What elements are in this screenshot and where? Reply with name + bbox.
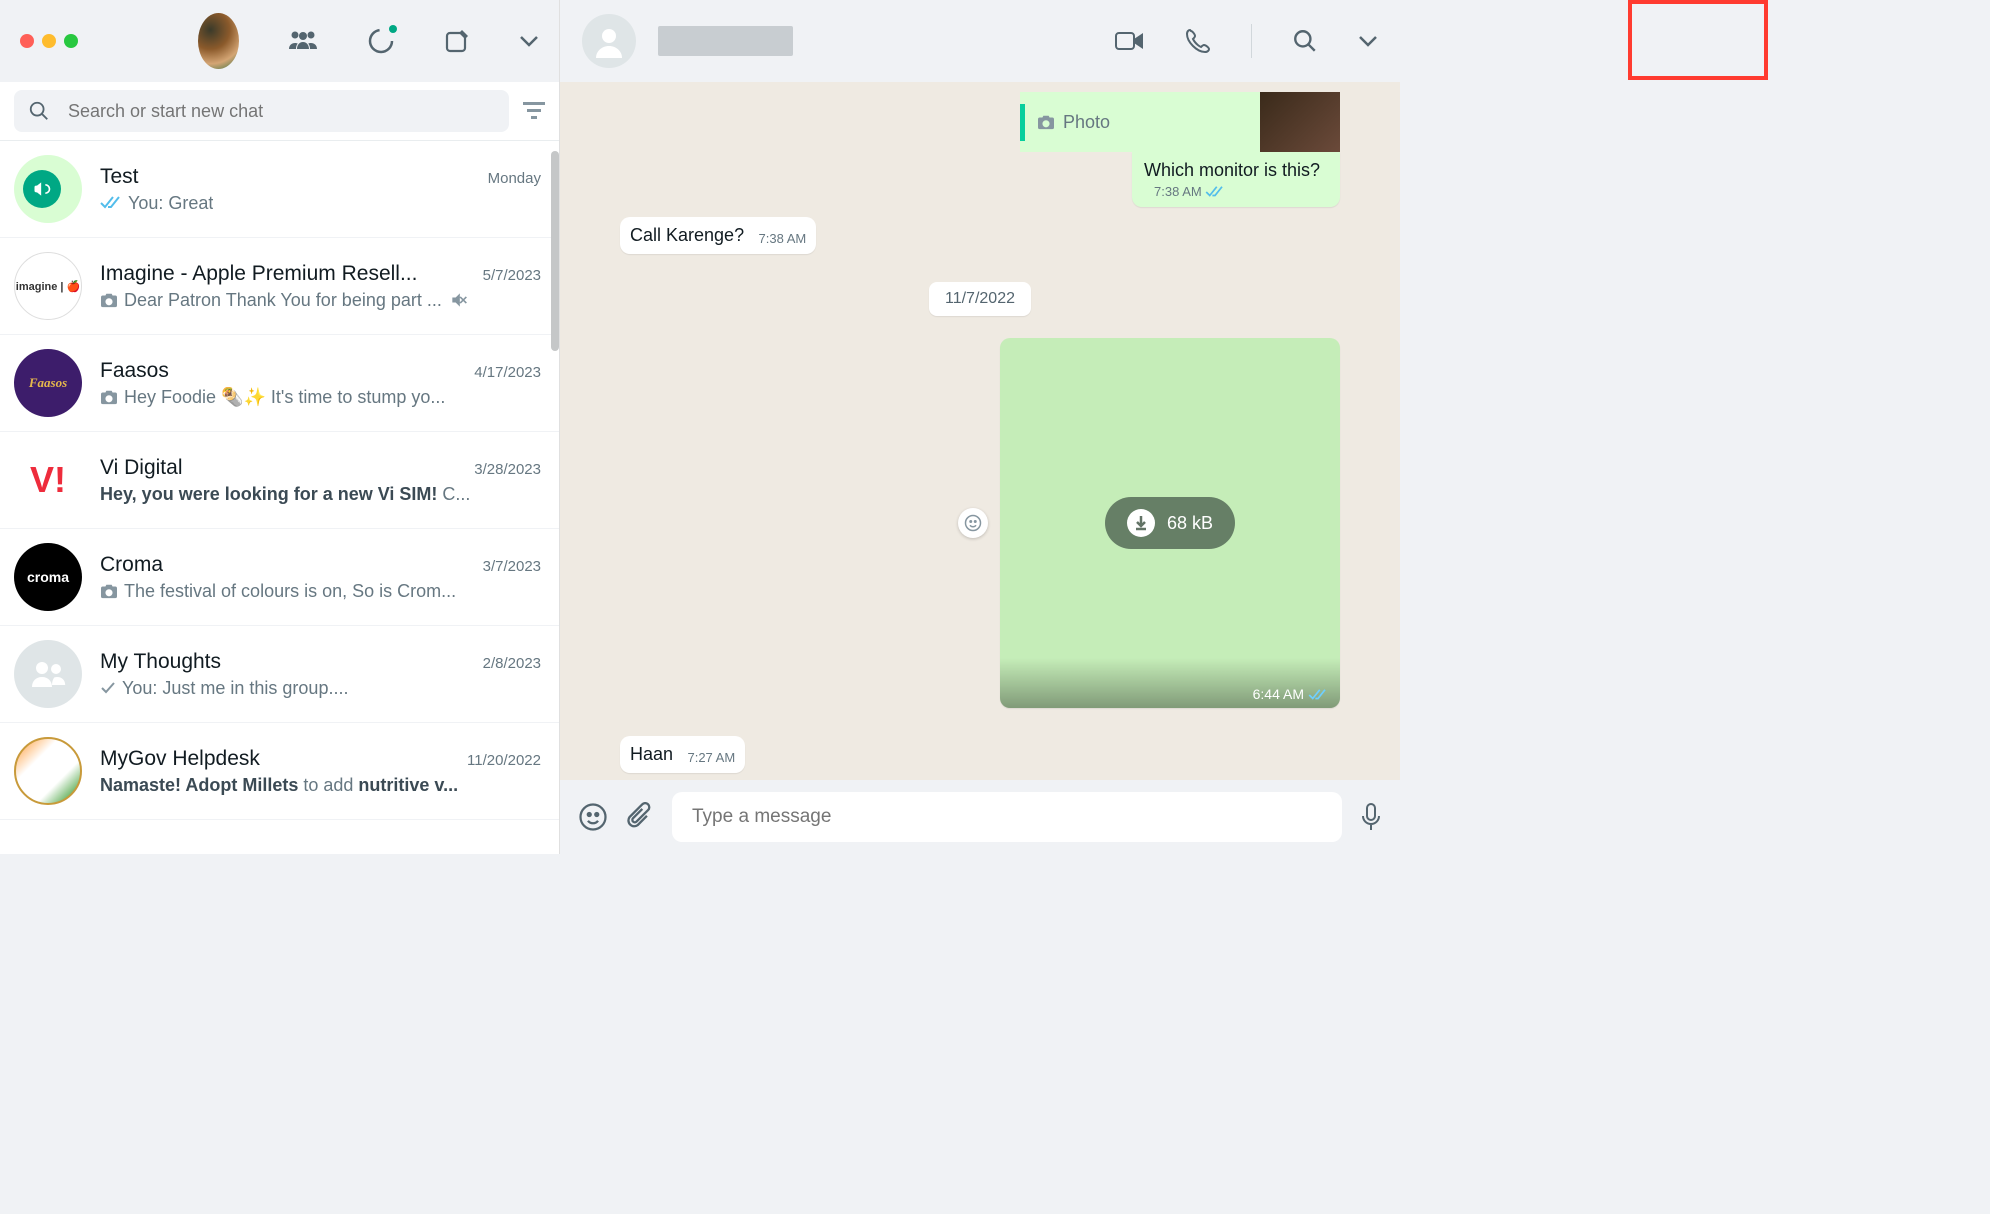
avatar [14,155,82,223]
message-input[interactable] [672,792,1342,842]
avatar: Faasos [14,349,82,417]
message-time: 6:44 AM [1253,686,1304,702]
chat-time: 4/17/2023 [474,364,541,381]
attach-icon[interactable] [626,802,654,832]
file-size: 68 kB [1167,513,1213,534]
menu-chevron-icon[interactable] [519,35,539,47]
new-chat-icon[interactable] [443,27,471,55]
chat-preview: Hey Foodie 🌯✨ It's time to stump yo... [124,387,445,408]
avatar [14,640,82,708]
search-input-wrap[interactable] [14,90,509,132]
camera-icon [1037,114,1055,130]
incoming-message[interactable]: Haan 7:27 AM [620,736,745,773]
minimize-window-button[interactable] [42,34,56,48]
chat-item-faasos[interactable]: Faasos Faasos 4/17/2023 Hey Foodie 🌯✨ It… [0,335,559,432]
message-time: 7:27 AM [687,750,735,765]
chat-name: Imagine - Apple Premium Resell... [100,262,417,286]
muted-icon [448,290,470,310]
camera-icon [100,583,118,599]
divider [1251,24,1252,58]
double-check-read-icon [1308,688,1328,702]
photo-label: Photo [1063,112,1110,133]
chat-menu-chevron-icon[interactable] [1358,35,1378,47]
image-message[interactable]: 68 kB 6:44 AM [1000,338,1340,708]
contact-name-redacted [658,26,793,56]
download-arrow-icon [1133,515,1149,531]
chat-name: Vi Digital [100,456,182,480]
chat-name: Test [100,165,139,189]
message-time: 7:38 AM [1154,184,1202,199]
chat-preview: You: Just me in this group.... [122,678,348,699]
chat-item-vi[interactable]: V! Vi Digital 3/28/2023 Hey, you were lo… [0,432,559,529]
chat-time: Monday [488,170,541,187]
chat-time: 3/28/2023 [474,461,541,478]
search-input[interactable] [68,101,495,122]
message-time: 7:38 AM [759,231,807,246]
date-separator: 11/7/2022 [929,282,1031,316]
chat-time: 3/7/2023 [483,558,541,575]
avatar [14,737,82,805]
chat-name: Faasos [100,359,169,383]
scrollbar[interactable] [551,151,559,351]
avatar: V! [14,446,82,514]
composer [560,780,1400,854]
chat-time: 11/20/2022 [467,752,541,769]
camera-icon [100,292,118,308]
chat-name: My Thoughts [100,650,221,674]
left-header [0,0,559,82]
chat-item-test[interactable]: Test Monday You: Great [0,141,559,238]
messages-area[interactable]: Photo Which monitor is this? 7:38 AM Cal… [560,82,1400,780]
video-call-icon[interactable] [1115,30,1145,52]
contact-avatar[interactable] [582,14,636,68]
message-text: Which monitor is this? [1144,160,1320,180]
close-window-button[interactable] [20,34,34,48]
search-icon [28,100,50,122]
communities-icon[interactable] [287,29,319,53]
avatar: croma [14,543,82,611]
message-text: Call Karenge? [630,225,744,245]
chat-time: 2/8/2023 [483,655,541,672]
status-icon[interactable] [367,27,395,55]
chat-preview: Hey, you were looking for a new Vi SIM! … [100,484,470,505]
photo-thumb [1260,92,1340,152]
conversation-header[interactable] [560,0,1400,82]
chat-time: 5/7/2023 [483,267,541,284]
single-check-icon [100,681,116,695]
search-bar [0,82,559,141]
annotation-highlight [1628,0,1768,80]
search-in-chat-icon[interactable] [1292,28,1318,54]
chat-list[interactable]: Test Monday You: Great imagine | 🍎 Imagi… [0,141,559,854]
chat-name: Croma [100,553,163,577]
window-controls [20,34,78,48]
chat-name: MyGov Helpdesk [100,747,260,771]
voice-call-icon[interactable] [1185,28,1211,54]
chat-preview: The festival of colours is on, So is Cro… [124,581,456,602]
double-check-read-icon [1205,185,1225,199]
incoming-message[interactable]: Call Karenge? 7:38 AM [620,217,816,254]
react-emoji-button[interactable] [958,508,988,538]
camera-icon [100,389,118,405]
maximize-window-button[interactable] [64,34,78,48]
filter-icon[interactable] [523,102,545,120]
download-button[interactable]: 68 kB [1105,497,1235,549]
profile-avatar[interactable] [198,13,239,69]
mic-icon[interactable] [1360,802,1382,832]
emoji-picker-icon[interactable] [578,802,608,832]
avatar: imagine | 🍎 [14,252,82,320]
chat-preview: Dear Patron Thank You for being part ... [124,290,442,311]
chat-item-croma[interactable]: croma Croma 3/7/2023 The festival of col… [0,529,559,626]
double-check-read-icon [100,195,122,211]
chat-item-imagine[interactable]: imagine | 🍎 Imagine - Apple Premium Rese… [0,238,559,335]
chat-item-my-thoughts[interactable]: My Thoughts 2/8/2023 You: Just me in thi… [0,626,559,723]
chat-preview: Namaste! Adopt Millets to add nutritive … [100,775,458,796]
message-text: Haan [630,744,673,764]
right-panel: Photo Which monitor is this? 7:38 AM Cal… [560,0,1400,854]
chat-item-mygov[interactable]: MyGov Helpdesk 11/20/2022 Namaste! Adopt… [0,723,559,820]
left-panel: Test Monday You: Great imagine | 🍎 Imagi… [0,0,560,854]
chat-preview: You: Great [128,193,213,214]
